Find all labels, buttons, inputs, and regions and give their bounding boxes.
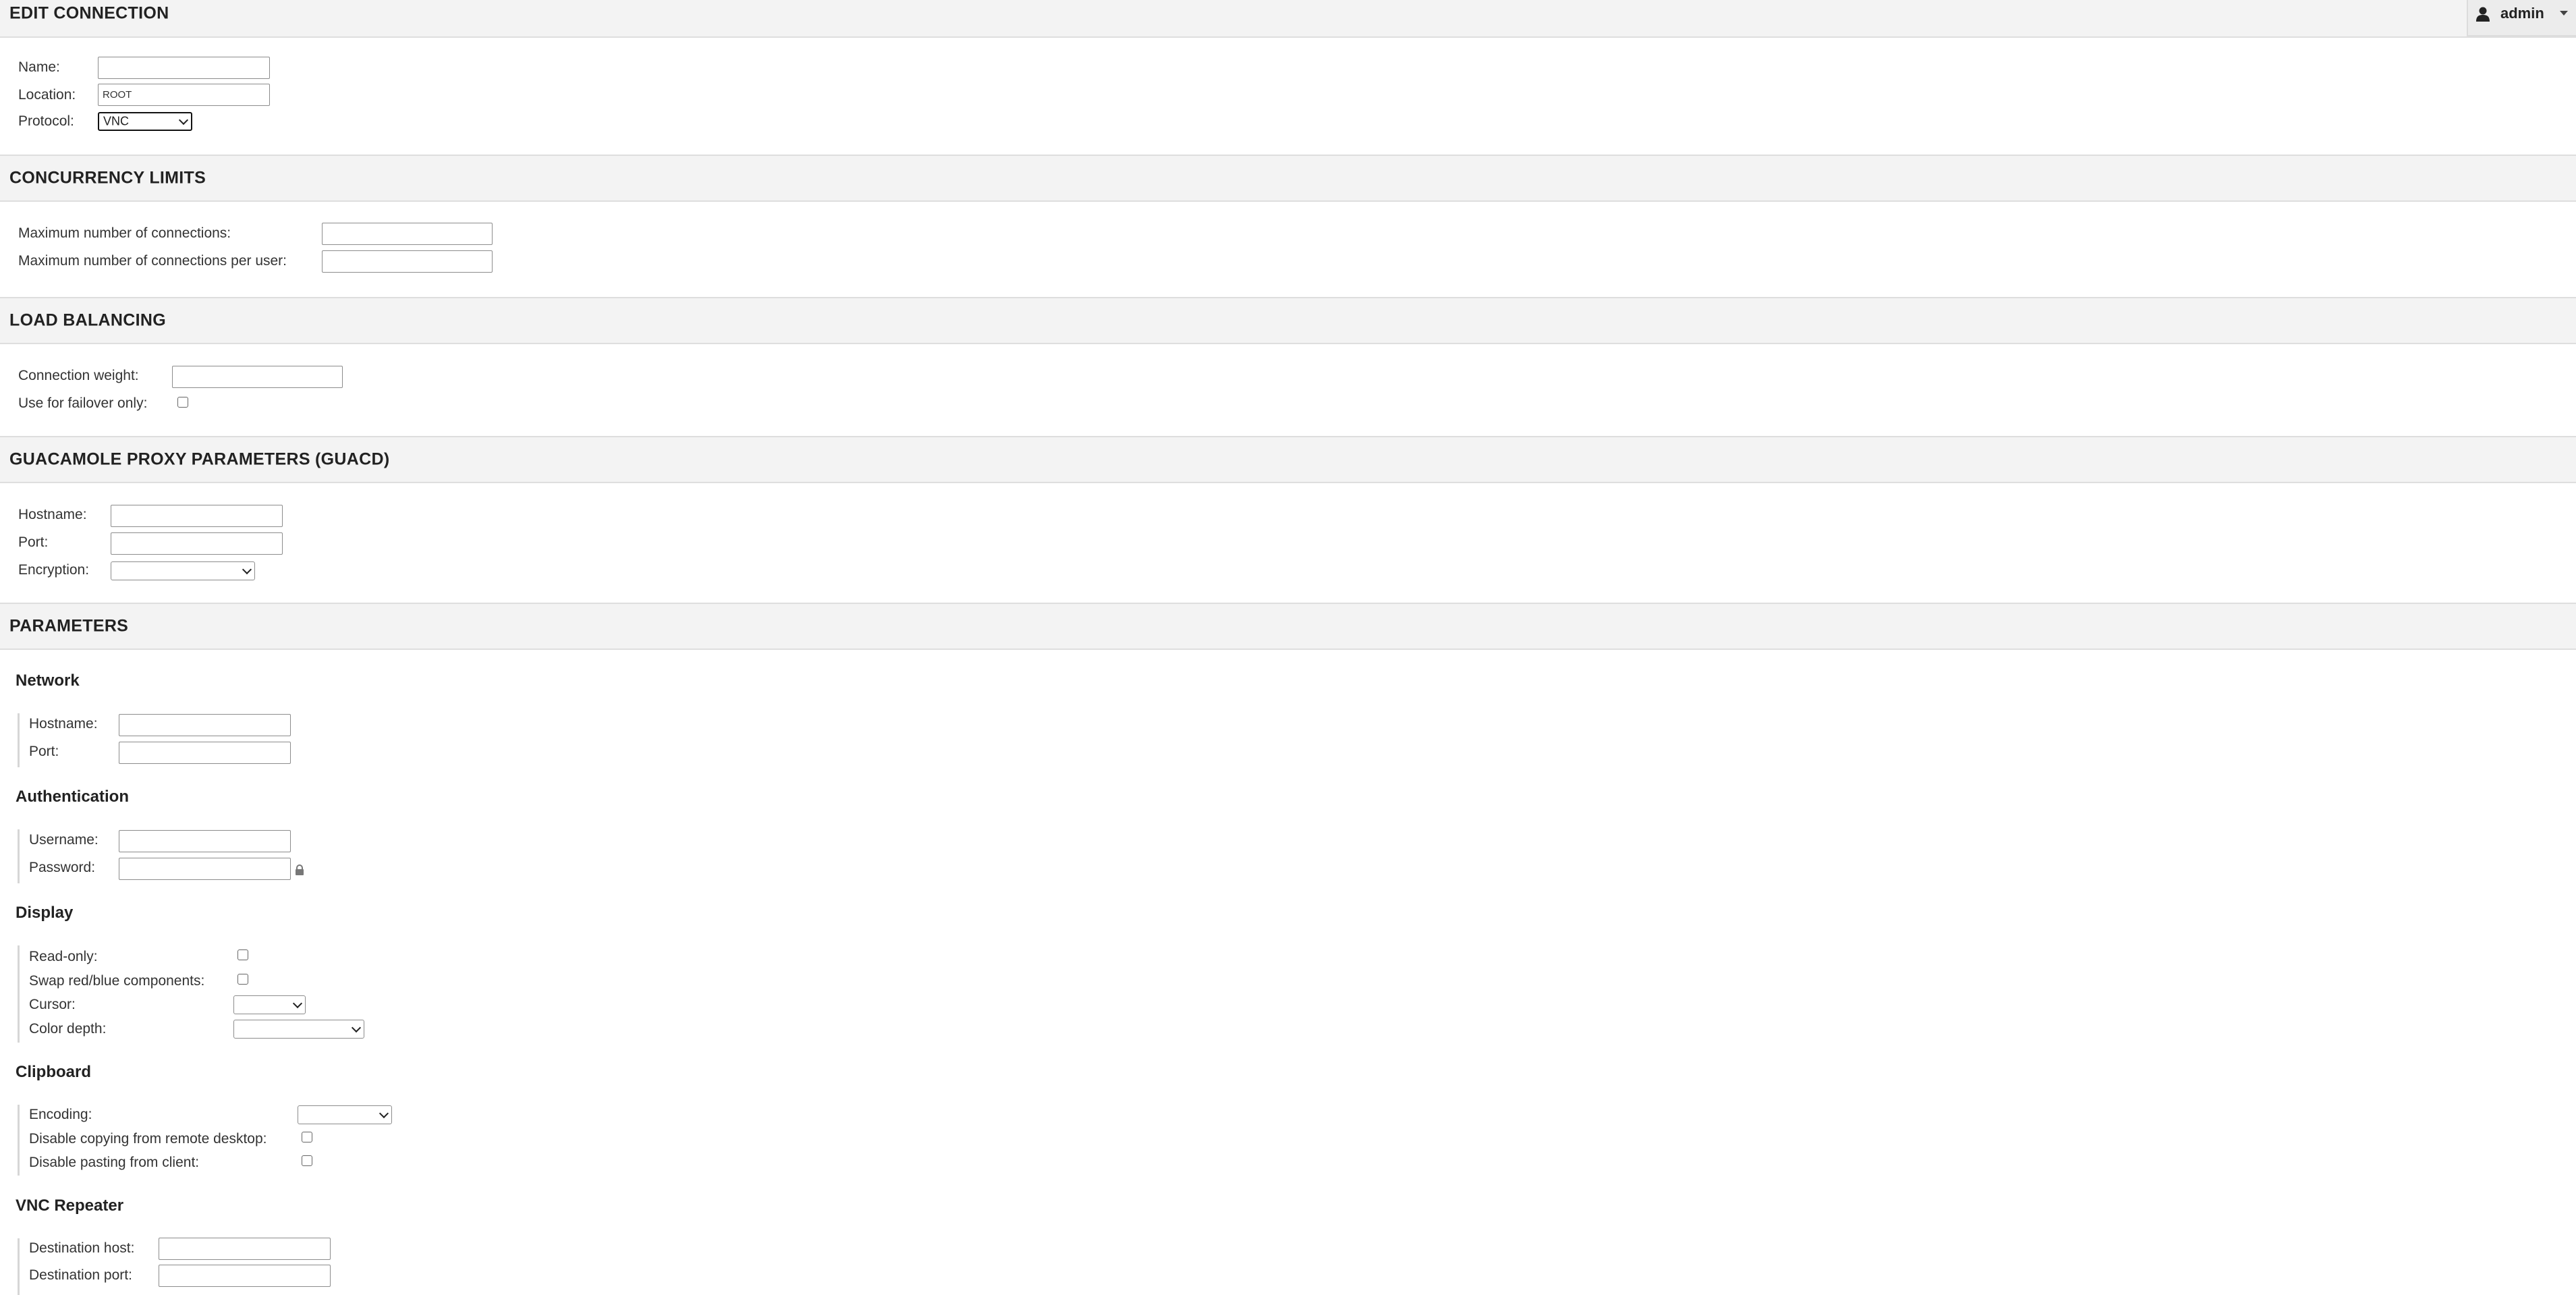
chevron-down-icon <box>178 115 189 126</box>
concurrency-title: CONCURRENCY LIMITS <box>9 168 206 188</box>
load-balancing-header: LOAD BALANCING <box>0 297 2576 344</box>
network-hostname-label: Hostname: <box>29 716 98 732</box>
guacd-hostname-input[interactable] <box>111 505 283 527</box>
location-label: Location: <box>18 87 76 103</box>
network-group-title: Network <box>16 671 80 690</box>
connection-weight-input[interactable] <box>172 366 343 388</box>
display-group-title: Display <box>16 904 74 922</box>
authentication-group-title: Authentication <box>16 788 129 806</box>
lock-icon[interactable] <box>295 864 304 875</box>
cursor-label: Cursor: <box>29 997 76 1012</box>
parameters-header: PARAMETERS <box>0 603 2576 650</box>
load-balancing-title: LOAD BALANCING <box>9 310 166 330</box>
encryption-label: Encryption: <box>18 562 90 578</box>
network-group-bar <box>18 713 20 767</box>
protocol-label: Protocol: <box>18 113 74 129</box>
chevron-down-icon <box>379 1108 389 1119</box>
color-depth-label: Color depth: <box>29 1021 107 1037</box>
disable-paste-label: Disable pasting from client: <box>29 1155 200 1170</box>
chevron-down-icon <box>292 998 303 1009</box>
password-input[interactable] <box>119 858 291 880</box>
user-menu[interactable]: admin <box>2467 0 2576 36</box>
display-group-bar <box>18 945 20 1043</box>
guacd-title: GUACAMOLE PROXY PARAMETERS (GUACD) <box>9 449 390 469</box>
failover-label: Use for failover only: <box>18 395 148 411</box>
destination-port-label: Destination port: <box>29 1267 132 1283</box>
chevron-down-icon <box>351 1022 362 1033</box>
destination-host-input[interactable] <box>159 1238 331 1260</box>
max-connections-label: Maximum number of connections: <box>18 225 231 241</box>
location-field[interactable]: ROOT <box>98 84 270 106</box>
network-port-label: Port: <box>29 744 59 759</box>
name-label: Name: <box>18 59 60 75</box>
name-input[interactable] <box>98 57 270 79</box>
network-port-input[interactable] <box>119 742 291 764</box>
max-connections-per-user-label: Maximum number of connections per user: <box>18 253 287 269</box>
protocol-select[interactable]: VNC <box>98 112 192 131</box>
user-name: admin <box>2500 5 2544 22</box>
max-connections-per-user-input[interactable] <box>322 250 493 273</box>
user-icon <box>2476 7 2490 22</box>
repeater-group-title: VNC Repeater <box>16 1196 124 1215</box>
concurrency-header: CONCURRENCY LIMITS <box>0 155 2576 202</box>
repeater-group-bar <box>18 1238 20 1295</box>
chevron-down-icon <box>2560 11 2568 16</box>
guacd-port-label: Port: <box>18 534 49 550</box>
encoding-select[interactable] <box>298 1105 392 1124</box>
swap-red-blue-checkbox[interactable] <box>237 974 248 985</box>
username-input[interactable] <box>119 830 291 852</box>
guacd-port-input[interactable] <box>111 532 283 555</box>
chevron-down-icon <box>242 564 252 575</box>
cursor-select[interactable] <box>233 995 306 1014</box>
connection-weight-label: Connection weight: <box>18 368 139 383</box>
max-connections-input[interactable] <box>322 223 493 245</box>
parameters-title: PARAMETERS <box>9 616 129 636</box>
disable-copy-label: Disable copying from remote desktop: <box>29 1131 267 1147</box>
failover-checkbox[interactable] <box>177 397 188 408</box>
guacd-hostname-label: Hostname: <box>18 507 87 522</box>
username-label: Username: <box>29 832 99 848</box>
clipboard-group-title: Clipboard <box>16 1063 91 1081</box>
encryption-select[interactable] <box>111 561 255 580</box>
disable-paste-checkbox[interactable] <box>302 1155 312 1166</box>
edit-connection-header: EDIT CONNECTION <box>0 0 2576 38</box>
readonly-checkbox[interactable] <box>237 949 248 960</box>
network-hostname-input[interactable] <box>119 714 291 736</box>
password-label: Password: <box>29 860 96 875</box>
destination-port-input[interactable] <box>159 1265 331 1287</box>
protocol-value: VNC <box>103 114 130 128</box>
disable-copy-checkbox[interactable] <box>302 1132 312 1142</box>
guacd-header: GUACAMOLE PROXY PARAMETERS (GUACD) <box>0 436 2576 483</box>
location-value: ROOT <box>103 89 132 101</box>
readonly-label: Read-only: <box>29 949 98 964</box>
destination-host-label: Destination host: <box>29 1240 135 1256</box>
authentication-group-bar <box>18 829 20 883</box>
encoding-label: Encoding: <box>29 1107 92 1122</box>
color-depth-select[interactable] <box>233 1020 364 1039</box>
clipboard-group-bar <box>18 1105 20 1176</box>
page-title: EDIT CONNECTION <box>9 3 169 23</box>
swap-red-blue-label: Swap red/blue components: <box>29 973 205 989</box>
